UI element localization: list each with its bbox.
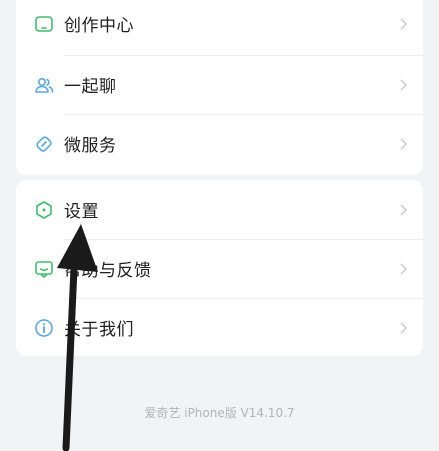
menu-card-bottom: 设置 帮助与反馈 关于我们 bbox=[16, 180, 423, 356]
menu-item-label: 创作中心 bbox=[64, 16, 134, 36]
chevron-right-icon bbox=[399, 17, 409, 31]
settings-icon bbox=[34, 200, 54, 220]
menu-item-label: 一起聊 bbox=[64, 77, 117, 97]
chat-together-icon bbox=[34, 75, 54, 95]
help-feedback-icon bbox=[34, 259, 54, 279]
menu-item-label: 微服务 bbox=[64, 136, 117, 156]
chevron-right-icon bbox=[399, 137, 409, 151]
menu-item-label: 关于我们 bbox=[64, 320, 134, 340]
creator-center-icon bbox=[34, 14, 54, 34]
menu-item-settings[interactable]: 设置 bbox=[16, 180, 423, 239]
micro-service-icon bbox=[34, 134, 54, 154]
about-us-icon bbox=[34, 318, 54, 338]
menu-card-top: 创作中心 一起聊 微服务 bbox=[16, 0, 423, 175]
menu-item-micro-service[interactable]: 微服务 bbox=[16, 114, 423, 173]
chevron-right-icon bbox=[399, 78, 409, 92]
chevron-right-icon bbox=[399, 262, 409, 276]
menu-item-creator-center[interactable]: 创作中心 bbox=[16, 0, 423, 55]
menu-item-chat-together[interactable]: 一起聊 bbox=[16, 55, 423, 114]
menu-item-label: 帮助与反馈 bbox=[64, 261, 152, 281]
menu-item-help-feedback[interactable]: 帮助与反馈 bbox=[16, 239, 423, 298]
menu-item-label: 设置 bbox=[64, 202, 99, 222]
chevron-right-icon bbox=[399, 203, 409, 217]
menu-item-about-us[interactable]: 关于我们 bbox=[16, 298, 423, 356]
app-version-text: 爱奇艺 iPhone版 V14.10.7 bbox=[144, 406, 295, 420]
chevron-right-icon bbox=[399, 321, 409, 335]
